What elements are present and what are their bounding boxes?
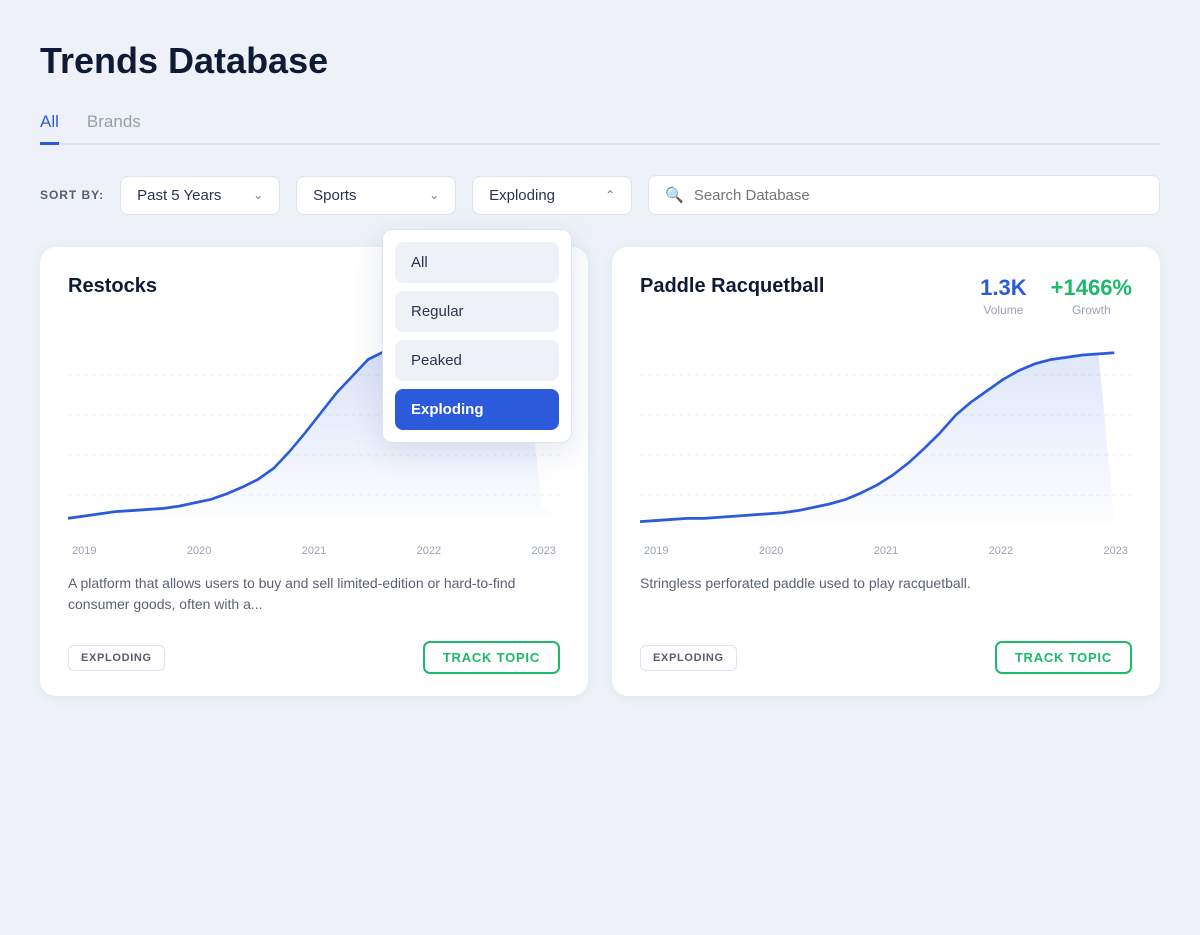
type-filter-value: Exploding [489, 187, 555, 204]
search-box[interactable]: 🔍 [648, 175, 1160, 215]
card-paddle-chart-labels: 2019 2020 2021 2022 2023 [640, 545, 1132, 557]
card-paddle-volume: 1.3K [980, 275, 1026, 301]
chart-year-2021: 2021 [874, 545, 898, 557]
sort-by-label: SORT BY: [40, 188, 104, 202]
chart-year-2022: 2022 [417, 545, 441, 557]
time-filter-dropdown[interactable]: Past 5 Years ⌄ [120, 176, 280, 215]
card-paddle-title: Paddle Racquetball [640, 275, 825, 298]
cards-row: Restocks 12.1K Volume +1525% Growth [40, 247, 1160, 696]
type-filter-dropdown[interactable]: Exploding ⌃ [472, 176, 632, 215]
type-filter-menu: All Regular Peaked Exploding [382, 229, 572, 443]
category-filter-dropdown[interactable]: Sports ⌄ [296, 176, 456, 215]
card-paddle: Paddle Racquetball 1.3K Volume +1466% Gr… [612, 247, 1160, 696]
category-filter-chevron-icon: ⌄ [429, 188, 439, 202]
search-icon: 🔍 [665, 186, 684, 204]
card-paddle-volume-group: 1.3K Volume [980, 275, 1026, 317]
search-input[interactable] [694, 187, 1143, 204]
tab-all[interactable]: All [40, 112, 59, 145]
card-paddle-growth: +1466% [1051, 275, 1132, 301]
card-paddle-badge: EXPLODING [640, 645, 737, 671]
page-title: Trends Database [40, 40, 1160, 82]
card-restocks-description: A platform that allows users to buy and … [68, 573, 560, 623]
card-paddle-footer: EXPLODING TRACK TOPIC [640, 641, 1132, 674]
card-restocks-chart-labels: 2019 2020 2021 2022 2023 [68, 545, 560, 557]
card-paddle-growth-group: +1466% Growth [1051, 275, 1132, 317]
card-restocks-badge: EXPLODING [68, 645, 165, 671]
type-filter-chevron-up-icon: ⌃ [605, 188, 615, 202]
category-filter-value: Sports [313, 187, 356, 204]
sort-row: SORT BY: Past 5 Years ⌄ Sports ⌄ Explodi… [40, 175, 1160, 215]
card-paddle-header: Paddle Racquetball 1.3K Volume +1466% Gr… [640, 275, 1132, 317]
type-option-all[interactable]: All [395, 242, 559, 283]
chart-year-2022: 2022 [989, 545, 1013, 557]
card-restocks-footer: EXPLODING TRACK TOPIC [68, 641, 560, 674]
card-paddle-growth-label: Growth [1051, 303, 1132, 317]
card-paddle-volume-label: Volume [980, 303, 1026, 317]
chart-year-2023: 2023 [532, 545, 556, 557]
card-paddle-stats: 1.3K Volume +1466% Growth [980, 275, 1132, 317]
time-filter-chevron-icon: ⌄ [253, 188, 263, 202]
tabs-container: All Brands [40, 112, 1160, 145]
chart-year-2020: 2020 [759, 545, 783, 557]
type-option-peaked[interactable]: Peaked [395, 340, 559, 381]
chart-year-2019: 2019 [72, 545, 96, 557]
type-option-exploding[interactable]: Exploding [395, 389, 559, 430]
card-paddle-chart [640, 335, 1132, 535]
chart-year-2020: 2020 [187, 545, 211, 557]
tab-brands[interactable]: Brands [87, 112, 141, 145]
chart-year-2019: 2019 [644, 545, 668, 557]
chart-year-2021: 2021 [302, 545, 326, 557]
card-paddle-description: Stringless perforated paddle used to pla… [640, 573, 1132, 623]
chart-year-2023: 2023 [1104, 545, 1128, 557]
card-restocks-title: Restocks [68, 275, 157, 298]
type-option-regular[interactable]: Regular [395, 291, 559, 332]
card-restocks-track-button[interactable]: TRACK TOPIC [423, 641, 560, 674]
card-paddle-track-button[interactable]: TRACK TOPIC [995, 641, 1132, 674]
time-filter-value: Past 5 Years [137, 187, 221, 204]
